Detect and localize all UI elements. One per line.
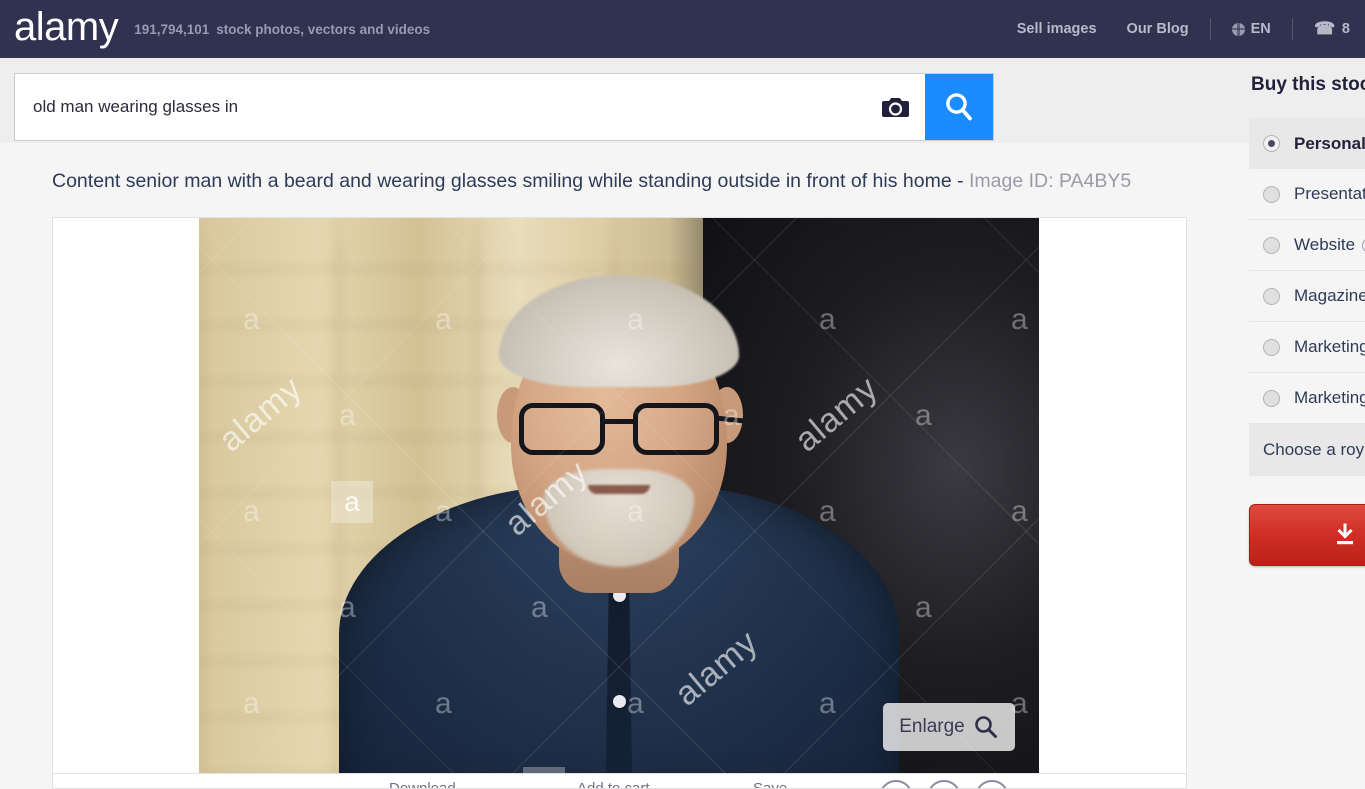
choose-royalty-free-link[interactable]: Choose a royalty free license [1249, 424, 1365, 476]
glasses-bridge [605, 419, 633, 424]
tagline-text: stock photos, vectors and videos [216, 21, 431, 37]
mouth [588, 485, 650, 494]
license-label: Presentation [1294, 184, 1365, 203]
search-submit-button[interactable] [925, 74, 993, 140]
radio-magazines[interactable] [1263, 287, 1280, 305]
camera-icon [882, 97, 909, 117]
grey-hair [499, 275, 739, 387]
language-label: EN [1250, 21, 1271, 37]
license-option-website[interactable]: Website ? [1249, 220, 1365, 271]
search-input[interactable] [15, 74, 867, 140]
top-navigation: Sell images Our Blog EN ☎ 8 [1002, 18, 1365, 40]
image-caption: Content senior man with a beard and wear… [52, 170, 1131, 193]
nav-divider-2 [1291, 18, 1293, 40]
portrait-subject [199, 218, 1039, 773]
radio-personal[interactable] [1263, 135, 1280, 152]
magnifier-icon [974, 716, 997, 738]
lens-right [633, 403, 719, 455]
search-bar-region [0, 58, 1365, 143]
stock-photo[interactable]: a a a a a a a a a a a a a a a a a a a a [199, 218, 1039, 773]
search-icon [946, 93, 972, 121]
camera-search-button[interactable] [867, 74, 925, 140]
image-preview-card: a a a a a a a a a a a a a a a a a a a a [52, 217, 1187, 774]
shirt-button-2 [613, 695, 626, 708]
license-label: Marketing campaign [1294, 388, 1365, 407]
license-label: Website [1294, 235, 1356, 254]
phone-icon: ☎ [1313, 19, 1335, 38]
license-label: Personal use [1294, 133, 1365, 153]
share-circle-3[interactable] [975, 780, 1009, 788]
enlarge-button[interactable]: Enlarge [883, 703, 1015, 751]
globe-icon [1231, 22, 1245, 36]
lens-left [519, 403, 605, 455]
toolbar-item-save[interactable]: Save [753, 780, 787, 788]
license-option-personal[interactable]: Personal use [1249, 118, 1365, 169]
alamy-logo[interactable]: alamy [14, 7, 119, 51]
radio-marketing-campaign[interactable] [1263, 389, 1280, 407]
sidebar-title: Buy this stock image now [1251, 74, 1365, 95]
image-actions-toolbar: Download Add to cart Save [52, 774, 1187, 789]
download-button[interactable]: Download [1249, 504, 1365, 566]
stock-count: 191,794,101 [134, 21, 210, 37]
radio-website[interactable] [1263, 236, 1280, 254]
share-circle-2[interactable] [927, 780, 961, 788]
phone-contact[interactable]: ☎ 8 [1299, 19, 1365, 39]
eyeglasses [519, 403, 746, 455]
phone-number: 8 [1341, 21, 1350, 37]
top-header-bar: alamy 191,794,101 stock photos, vectors a… [0, 0, 1365, 58]
license-option-magazines[interactable]: Magazines and books [1249, 271, 1365, 322]
image-id: Image ID: PA4BY5 [969, 170, 1132, 192]
nav-sell-images[interactable]: Sell images [1002, 21, 1112, 37]
toolbar-item-add-to-cart[interactable]: Add to cart [577, 780, 650, 788]
search-container [14, 73, 994, 141]
license-option-presentation[interactable]: Presentation [1249, 169, 1365, 220]
enlarge-label: Enlarge [899, 716, 965, 737]
main-content: Content senior man with a beard and wear… [0, 143, 1365, 789]
license-label: Marketing package [1294, 337, 1365, 356]
license-option-marketing-package[interactable]: Marketing package [1249, 322, 1365, 373]
buy-sidebar: Buy this stock image now Personal use Pr… [1249, 74, 1365, 566]
share-circle-1[interactable] [879, 780, 913, 788]
choose-label: Choose a royalty free license [1263, 440, 1365, 459]
nav-our-blog[interactable]: Our Blog [1112, 21, 1204, 37]
radio-marketing-package[interactable] [1263, 338, 1280, 356]
license-label: Magazines and books [1294, 286, 1365, 305]
radio-presentation[interactable] [1263, 185, 1280, 203]
caption-text: Content senior man with a beard and wear… [52, 170, 969, 192]
site-tagline: 191,794,101 stock photos, vectors and vid… [134, 22, 430, 37]
nav-divider-1 [1209, 18, 1211, 40]
license-option-marketing-campaign[interactable]: Marketing campaign [1249, 373, 1365, 424]
toolbar-item-download[interactable]: Download [389, 780, 456, 788]
download-icon [1337, 523, 1354, 545]
language-selector[interactable]: EN [1217, 21, 1286, 37]
